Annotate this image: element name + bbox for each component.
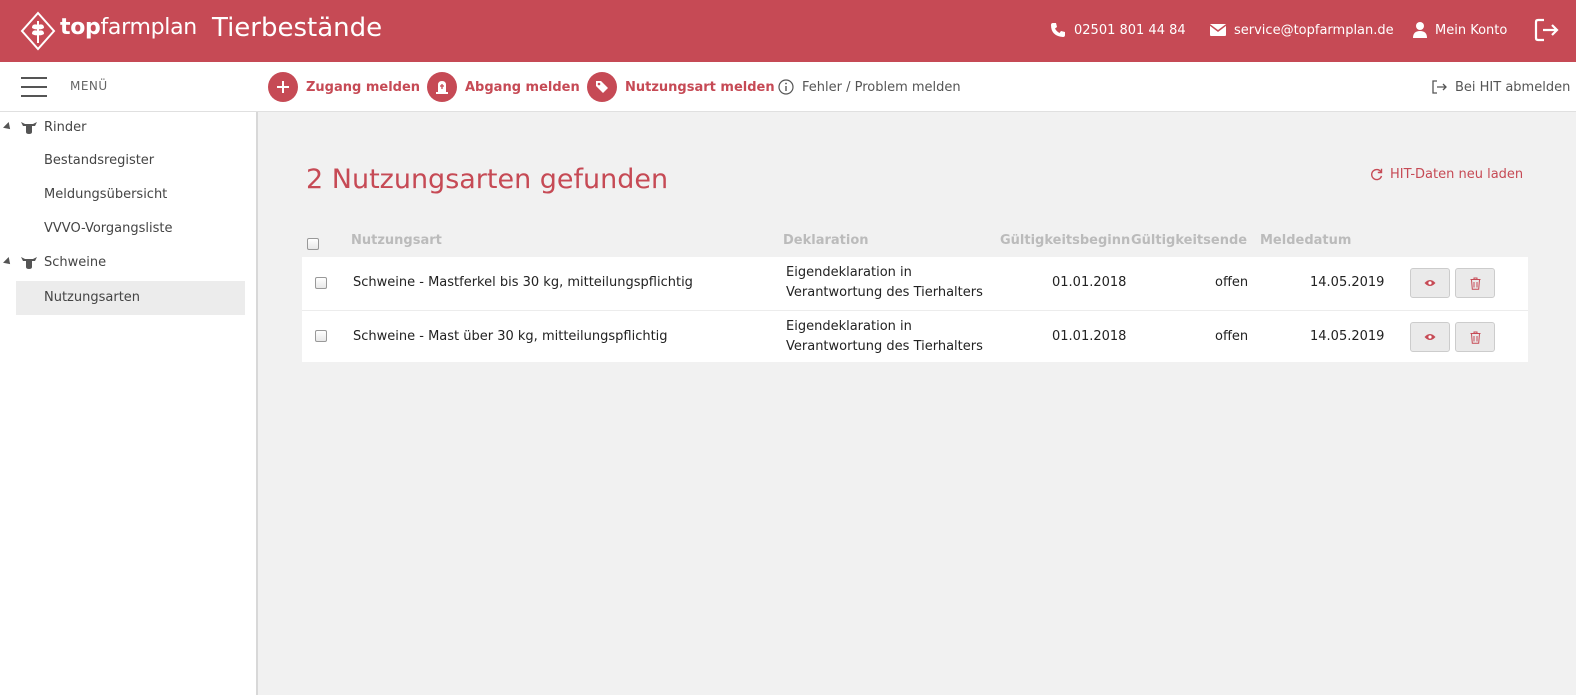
column-header-gueltigkeitsbeginn[interactable]: Gültigkeitsbeginn	[1000, 233, 1130, 248]
email-address: service@topfarmplan.de	[1234, 22, 1394, 38]
column-header-gueltigkeitsende[interactable]: Gültigkeitsende	[1131, 233, 1247, 248]
pig-icon	[21, 257, 37, 269]
cell-nutzungsart: Schweine - Mastferkel bis 30 kg, mitteil…	[353, 275, 693, 290]
sidebar-item-nutzungsarten[interactable]: Nutzungsarten	[16, 281, 245, 315]
plus-icon	[268, 72, 298, 102]
logout-icon	[1432, 80, 1447, 94]
toolbar: MENÜ Zugang melden Abgang melden Nutzung…	[0, 62, 1576, 112]
cell-gueltigkeitsende: offen	[1215, 329, 1249, 344]
column-header-nutzungsart[interactable]: Nutzungsart	[351, 233, 442, 248]
cattle-icon	[21, 122, 37, 134]
deklaration-line-2: Verantwortung des Tierhalters	[786, 285, 983, 300]
nutzungsarten-table: Schweine - Mastferkel bis 30 kg, mitteil…	[302, 257, 1528, 362]
cell-deklaration: Eigendeklaration in Verantwortung des Ti…	[786, 317, 983, 357]
menu-label[interactable]: MENÜ	[70, 79, 108, 93]
zugang-melden-label: Zugang melden	[306, 79, 421, 95]
delete-button[interactable]	[1455, 268, 1495, 298]
brand-name[interactable]: topfarmplan	[60, 14, 197, 42]
sidebar-group-label: Rinder	[44, 120, 87, 135]
select-all-checkbox[interactable]	[307, 238, 319, 250]
abgang-melden-label: Abgang melden	[465, 79, 580, 95]
delete-button[interactable]	[1455, 322, 1495, 352]
hamburger-menu-icon[interactable]	[21, 77, 47, 97]
header-email[interactable]: service@topfarmplan.de	[1210, 20, 1394, 40]
trash-icon	[1470, 331, 1480, 344]
view-button[interactable]	[1410, 322, 1450, 352]
account-label: Mein Konto	[1435, 22, 1508, 38]
sidebar-group-schweine[interactable]: Schweine	[0, 249, 258, 277]
eye-icon	[1424, 334, 1436, 340]
nutzungsart-melden-button[interactable]: Nutzungsart melden	[587, 72, 775, 102]
sidebar-group-label: Schweine	[44, 255, 107, 270]
phone-number: 02501 801 44 84	[1074, 22, 1186, 38]
app-title: Tierbestände	[212, 13, 383, 43]
cell-meldedatum: 14.05.2019	[1310, 329, 1385, 344]
info-icon	[778, 79, 794, 95]
header-account[interactable]: Mein Konto	[1413, 20, 1507, 40]
phone-icon	[1051, 23, 1065, 37]
sidebar-item-bestandsregister[interactable]: Bestandsregister	[16, 144, 245, 178]
expand-triangle-icon[interactable]	[3, 257, 13, 267]
tag-icon	[587, 72, 617, 102]
cell-gueltigkeitsende: offen	[1215, 275, 1249, 290]
table-row[interactable]: Schweine - Mastferkel bis 30 kg, mitteil…	[302, 257, 1528, 309]
deklaration-line-2: Verantwortung des Tierhalters	[786, 339, 983, 354]
deklaration-line-1: Eigendeklaration in	[786, 265, 912, 280]
fehler-problem-melden-label: Fehler / Problem melden	[802, 79, 961, 95]
deklaration-line-1: Eigendeklaration in	[786, 319, 912, 334]
cell-deklaration: Eigendeklaration in Verantwortung des Ti…	[786, 263, 983, 303]
reload-label: HIT-Daten neu laden	[1390, 167, 1524, 182]
abgang-melden-button[interactable]: Abgang melden	[427, 72, 580, 102]
cell-nutzungsart: Schweine - Mast über 30 kg, mitteilungsp…	[353, 329, 668, 344]
expand-triangle-icon[interactable]	[3, 122, 13, 132]
header-phone[interactable]: 02501 801 44 84	[1050, 20, 1186, 40]
app-header: topfarmplan Tierbestände 02501 801 44 84…	[0, 0, 1576, 62]
fehler-problem-melden-button[interactable]: Fehler / Problem melden	[778, 72, 961, 102]
hit-abmelden-button[interactable]: Bei HIT abmelden	[1431, 79, 1570, 95]
cell-gueltigkeitsbeginn: 01.01.2018	[1052, 275, 1127, 290]
page-title: 2 Nutzungsarten gefunden	[306, 164, 669, 195]
hit-daten-neu-laden-link[interactable]: HIT-Daten neu laden	[1370, 167, 1523, 182]
sidebar-group-rinder[interactable]: Rinder	[0, 114, 258, 142]
zugang-melden-button[interactable]: Zugang melden	[268, 72, 420, 102]
wheat-logo-icon[interactable]	[20, 11, 56, 51]
user-icon	[1413, 22, 1427, 38]
brand-bold: top	[60, 15, 101, 40]
eye-icon	[1424, 280, 1436, 286]
nutzungsart-melden-label: Nutzungsart melden	[625, 79, 775, 95]
view-button[interactable]	[1410, 268, 1450, 298]
hit-abmelden-label: Bei HIT abmelden	[1455, 79, 1571, 95]
brand-rest: farmplan	[100, 15, 197, 40]
column-header-deklaration[interactable]: Deklaration	[783, 233, 869, 248]
row-checkbox[interactable]	[315, 330, 327, 342]
row-checkbox[interactable]	[315, 277, 327, 289]
sidebar-item-vvvo-vorgangsliste[interactable]: VVVO-Vorgangsliste	[16, 212, 245, 246]
cell-gueltigkeitsbeginn: 01.01.2018	[1052, 329, 1127, 344]
sidebar-item-meldungsuebersicht[interactable]: Meldungsübersicht	[16, 178, 245, 212]
refresh-icon	[1371, 168, 1383, 181]
cell-meldedatum: 14.05.2019	[1310, 275, 1385, 290]
column-header-meldedatum[interactable]: Meldedatum	[1260, 233, 1351, 248]
envelope-icon	[1210, 24, 1226, 36]
tombstone-icon	[427, 72, 457, 102]
logout-icon[interactable]	[1534, 17, 1560, 43]
table-row[interactable]: Schweine - Mast über 30 kg, mitteilungsp…	[302, 310, 1528, 362]
trash-icon	[1470, 277, 1480, 290]
sidebar: Rinder Bestandsregister Meldungsübersich…	[0, 112, 258, 695]
